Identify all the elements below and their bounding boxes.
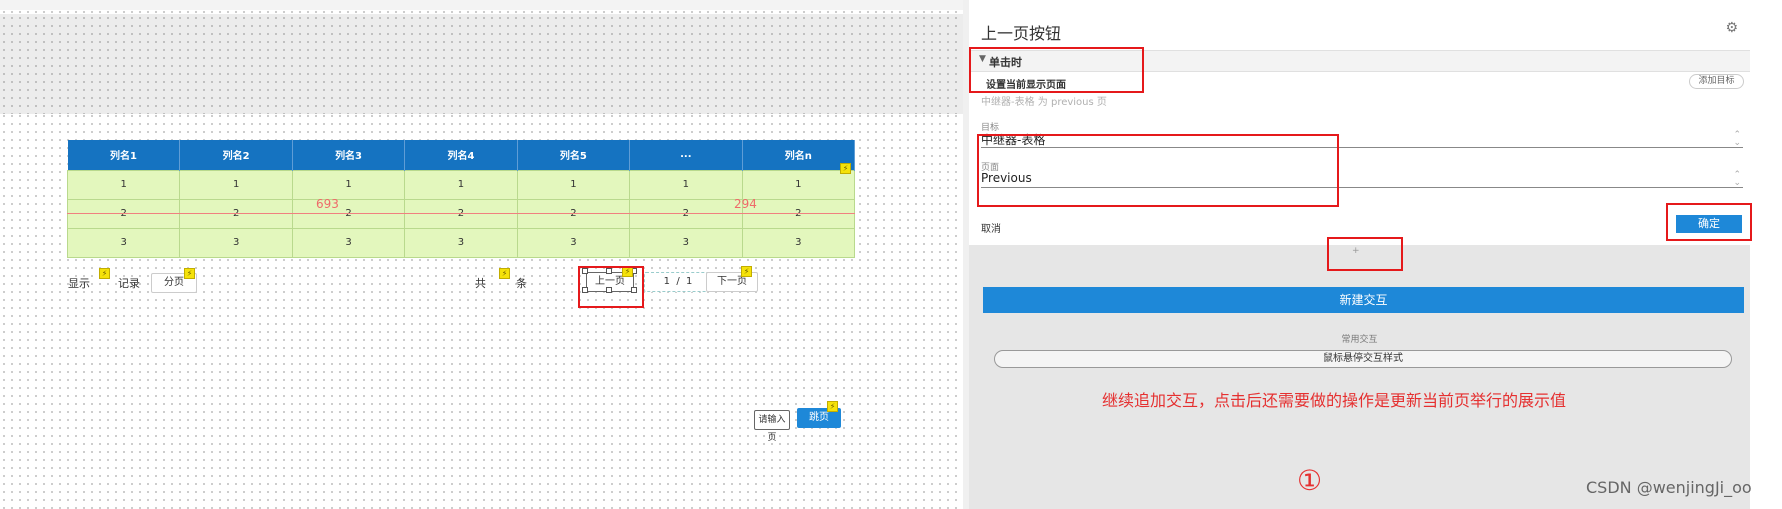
table-row: 3 3 3 3 3 3 3	[66, 227, 856, 258]
column-header: 列名3	[292, 140, 406, 170]
table-cell: 3	[404, 227, 518, 258]
page-jump-input[interactable]: 请输入页	[754, 410, 790, 443]
records-label: 记录	[118, 277, 140, 290]
interaction-flag-icon: ⚡	[99, 268, 110, 279]
total-label: 共	[475, 277, 486, 290]
table-cell: 1	[404, 169, 518, 200]
table-cell: 3	[179, 227, 293, 258]
table-cell: 3	[291, 227, 406, 258]
distance-label: 294	[734, 197, 757, 211]
table-row: 1 1 1 1 1 1 1	[66, 169, 856, 200]
interaction-editor: 上一页按钮 ⚙ ▼ 单击时 设置当前显示页面 添加目标 中继器-表格 为 pre…	[969, 10, 1750, 256]
column-header: 列名1	[67, 140, 181, 170]
item-label: 条	[516, 277, 527, 290]
page-indicator: 1 / 1	[644, 272, 712, 292]
column-header: 列名n	[742, 140, 856, 170]
table-cell: 1	[179, 169, 293, 200]
add-target-button[interactable]: 添加目标	[1689, 74, 1744, 89]
interaction-flag-icon: ⚡	[741, 266, 752, 277]
table-cell: 3	[66, 227, 181, 258]
interaction-flag-icon: ⚡	[827, 401, 838, 412]
annotation-box	[578, 266, 644, 308]
column-header: 列名5	[517, 140, 631, 170]
table-header-row: 列名1 列名2 列名3 列名4 列名5 ... 列名n	[67, 140, 856, 170]
panel-title: 上一页按钮	[981, 24, 1062, 43]
table-cell: 3	[516, 227, 631, 258]
table-cell: 3	[741, 227, 856, 258]
annotation-box	[977, 134, 1339, 207]
column-header: 列名2	[179, 140, 293, 170]
page-separator: /	[676, 276, 680, 287]
annotation-note: 继续追加交互，点击后还需要做的操作是更新当前页举行的展示值	[1102, 391, 1567, 410]
action-description: 中继器-表格 为 previous 页	[981, 97, 1107, 108]
canvas-top-strip	[0, 0, 968, 10]
distance-label: 693	[316, 197, 339, 211]
table-cell: 1	[291, 169, 406, 200]
step-marker: ①	[1297, 464, 1323, 497]
table-cell: 1	[629, 169, 743, 200]
annotation-box	[1666, 203, 1752, 241]
stepper-icon[interactable]: ⌃ ⌄	[1733, 131, 1741, 148]
annotation-box	[969, 47, 1144, 93]
watermark: CSDN @wenjingJi_oo	[1586, 478, 1752, 497]
column-header: 列名4	[404, 140, 518, 170]
annotation-box	[1327, 237, 1403, 271]
distance-guide-line	[67, 213, 855, 214]
interaction-flag-icon: ⚡	[499, 268, 510, 279]
cancel-button[interactable]: 取消	[981, 220, 1001, 235]
common-interactions-label: 常用交互	[1341, 335, 1378, 345]
column-header: ...	[629, 140, 743, 170]
table-cell: 1	[741, 169, 856, 200]
table-cell: 3	[629, 227, 743, 258]
table-cell: 1	[66, 169, 181, 200]
table-cell: 1	[516, 169, 631, 200]
interaction-flag-icon: ⚡	[840, 163, 851, 174]
stepper-icon[interactable]: ⌃ ⌄	[1733, 171, 1741, 188]
hover-style-button[interactable]: 鼠标悬停交互样式	[994, 350, 1732, 368]
new-interaction-button[interactable]: 新建交互	[983, 287, 1744, 313]
sliders-icon[interactable]: ⚙	[1725, 20, 1738, 36]
interaction-flag-icon: ⚡	[184, 268, 195, 279]
total-pages: 1	[686, 276, 693, 287]
canvas-masthead-area	[0, 14, 968, 114]
show-label: 显示	[68, 277, 90, 290]
current-page: 1	[663, 276, 670, 287]
